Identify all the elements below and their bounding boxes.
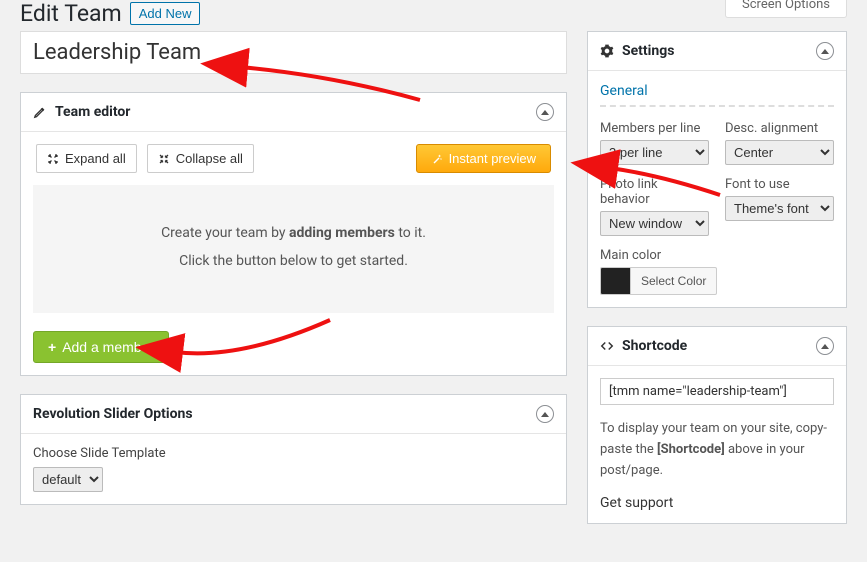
collapse-all-label: Collapse all [176,151,243,166]
desc-alignment-label: Desc. alignment [725,121,834,136]
add-new-label: Add New [139,6,192,21]
revolution-slider-title: Revolution Slider Options [33,406,193,422]
settings-panel: Settings General Members per line 3 per … [587,31,847,308]
shortcode-input[interactable] [600,378,834,405]
page-title: Edit Team [20,0,122,27]
gear-icon [600,44,614,58]
collapse-all-button[interactable]: Collapse all [147,144,254,173]
screen-options-button[interactable]: Screen Options [725,0,847,18]
main-color-label: Main color [600,248,834,263]
shortcode-title: Shortcode [622,338,687,354]
code-icon [600,339,614,353]
desc-alignment-select[interactable]: Center [725,140,834,165]
add-member-button[interactable]: + Add a member [33,331,169,363]
magic-wand-icon [431,153,443,165]
plus-icon: + [48,340,56,354]
color-swatch[interactable] [600,267,630,295]
members-per-line-label: Members per line [600,121,709,136]
instant-preview-button[interactable]: Instant preview [416,144,551,173]
collapse-toggle[interactable] [816,337,834,355]
add-new-button[interactable]: Add New [130,2,201,25]
collapse-toggle[interactable] [536,103,554,121]
get-support-link[interactable]: Get support [600,495,834,511]
revolution-slider-panel: Revolution Slider Options Choose Slide T… [20,394,567,505]
select-color-button[interactable]: Select Color [630,267,717,295]
choose-slide-template-label: Choose Slide Template [33,446,554,461]
expand-icon [47,153,59,165]
instant-preview-label: Instant preview [449,151,536,166]
add-member-label: Add a member [62,339,154,355]
members-per-line-select[interactable]: 3 per line [600,140,709,165]
expand-all-button[interactable]: Expand all [36,144,137,173]
divider [600,105,834,107]
font-select[interactable]: Theme's font [725,196,834,221]
settings-general-heading: General [600,83,834,99]
team-editor-panel: Team editor Expand all [20,92,567,376]
shortcode-help: To display your team on your site, copy-… [600,419,834,481]
slide-template-select[interactable]: default [33,467,103,492]
team-editor-title: Team editor [55,104,130,120]
editor-placeholder: Create your team by adding members to it… [33,185,554,313]
collapse-toggle[interactable] [536,405,554,423]
select-color-label: Select Color [641,274,706,288]
collapse-toggle[interactable] [816,42,834,60]
photo-link-label: Photo link behavior [600,177,709,207]
shortcode-panel: Shortcode To display your team on your s… [587,326,847,524]
collapse-icon [158,153,170,165]
settings-title: Settings [622,43,674,59]
expand-all-label: Expand all [65,151,126,166]
pencil-icon [33,105,47,119]
photo-link-select[interactable]: New window [600,211,709,236]
team-title-input[interactable] [20,31,567,74]
font-label: Font to use [725,177,834,192]
screen-options-label: Screen Options [742,0,830,12]
